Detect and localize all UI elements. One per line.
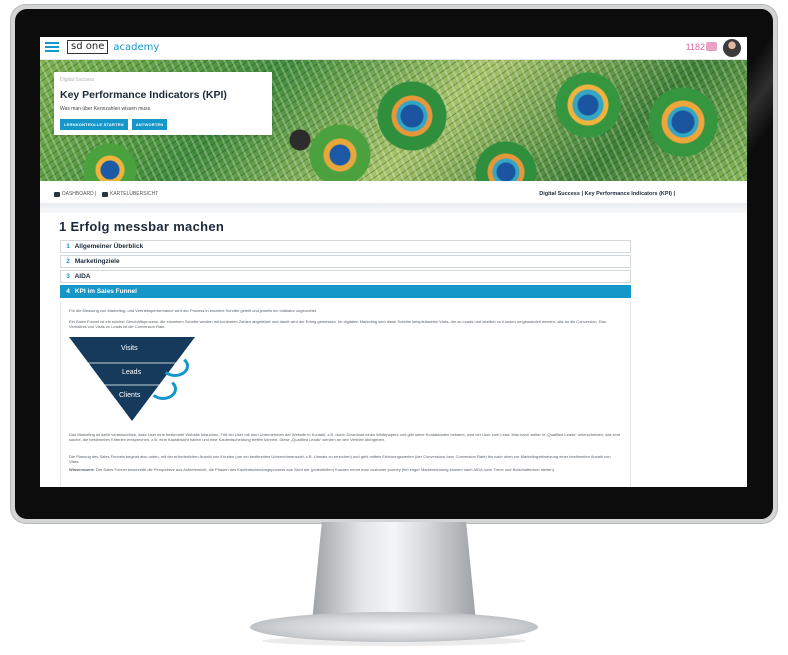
hero-card: Digital Success Key Performance Indicato… <box>54 72 272 135</box>
funnel-level-clients: Clients <box>119 392 141 399</box>
logo[interactable]: sd one academy <box>67 40 159 54</box>
points-counter[interactable]: 1182 <box>686 42 717 52</box>
breadcrumb-dashboard[interactable]: DASHBOARD | <box>54 191 96 197</box>
accordion-number: 2 <box>66 258 70 265</box>
accordion-label: Marketingziele <box>74 258 120 265</box>
dashboard-icon <box>54 191 60 197</box>
hero-subtitle: Was man über Kennzahlen wissen muss. <box>60 106 152 112</box>
points-value: 1182 <box>685 42 705 52</box>
monitor-frame: sd one academy 1182 Digital Success Key … <box>10 4 778 524</box>
accordion-panel: Für die Messung von Marketing- und Vertr… <box>60 301 631 487</box>
paragraph: Wissenswert: Der Sales Funnel beschreibt… <box>69 467 621 472</box>
paragraph-label: Wissenswert: <box>69 467 95 472</box>
funnel-level-visits: Visits <box>121 345 138 352</box>
accordion-number: 1 <box>66 243 70 250</box>
hero-kicker: Digital Success <box>60 77 95 83</box>
points-icon <box>706 42 717 51</box>
sales-funnel-diagram: Visits Leads Clients <box>69 337 195 421</box>
accordion-label: Allgemeiner Überblick <box>74 243 144 250</box>
breadcrumb-bar: DASHBOARD | KARTELÜBERSICHT Digital Succ… <box>40 188 747 202</box>
breadcrumb-dashboard-label: DASHBOARD | <box>62 191 97 197</box>
monitor-stand-neck <box>312 522 476 622</box>
conversion-arrow-icon <box>149 378 177 400</box>
breadcrumb-card-overview-label: KARTELÜBERSICHT <box>110 191 159 197</box>
page-title: Key Performance Indicators (KPI) <box>60 89 227 101</box>
funnel-level-leads: Leads <box>122 369 142 376</box>
monitor-bezel: sd one academy 1182 Digital Success Key … <box>15 9 773 519</box>
breadcrumb-card-overview[interactable]: KARTELÜBERSICHT <box>102 191 158 197</box>
menu-icon[interactable] <box>45 40 59 52</box>
conversion-arrow-icon <box>161 355 189 377</box>
section-title: 1 Erfolg messbar machen <box>59 219 225 234</box>
hero-banner: Digital Success Key Performance Indicato… <box>40 60 747 181</box>
hero-buttons: LERNKONTROLLE STARTEN ANTWORTEN <box>60 119 168 130</box>
paragraph-text: Der Sales Funnel beschreibt die Perspekt… <box>94 467 556 472</box>
accordion-item-active[interactable]: 4 KPI im Sales Funnel <box>60 285 631 298</box>
divider <box>40 203 747 213</box>
start-quiz-button[interactable]: LERNKONTROLLE STARTEN <box>60 119 128 130</box>
accordion-label: AIDA <box>74 273 91 280</box>
grid-icon <box>102 191 108 197</box>
accordion-label: KPI im Sales Funnel <box>74 288 137 295</box>
avatar[interactable] <box>723 39 741 57</box>
paragraph: Ein Sales Funnel ist ein solcher Geschäf… <box>69 319 606 329</box>
logo-wordmark: sd one <box>67 40 109 54</box>
paragraph: Die Planung des Sales Funnels beginnt al… <box>69 454 611 464</box>
accordion-item[interactable]: 3 AIDA <box>60 270 631 283</box>
accordion-item[interactable]: 1 Allgemeiner Überblick <box>60 240 631 253</box>
monitor-stand-base <box>250 612 538 642</box>
top-bar: sd one academy 1182 <box>40 37 747 60</box>
accordion-number: 3 <box>66 273 70 280</box>
screen: sd one academy 1182 Digital Success Key … <box>40 37 747 487</box>
accordion-number: 4 <box>66 288 70 295</box>
paragraph: Das Marketing ist dafür verantwortlich, … <box>69 432 621 442</box>
logo-academy: academy <box>113 41 160 53</box>
answers-button[interactable]: ANTWORTEN <box>131 119 168 130</box>
paragraph: Für die Messung von Marketing- und Vertr… <box>69 308 318 313</box>
breadcrumb-path: Digital Success | Key Performance Indica… <box>539 191 675 197</box>
accordion-item[interactable]: 2 Marketingziele <box>60 255 631 268</box>
